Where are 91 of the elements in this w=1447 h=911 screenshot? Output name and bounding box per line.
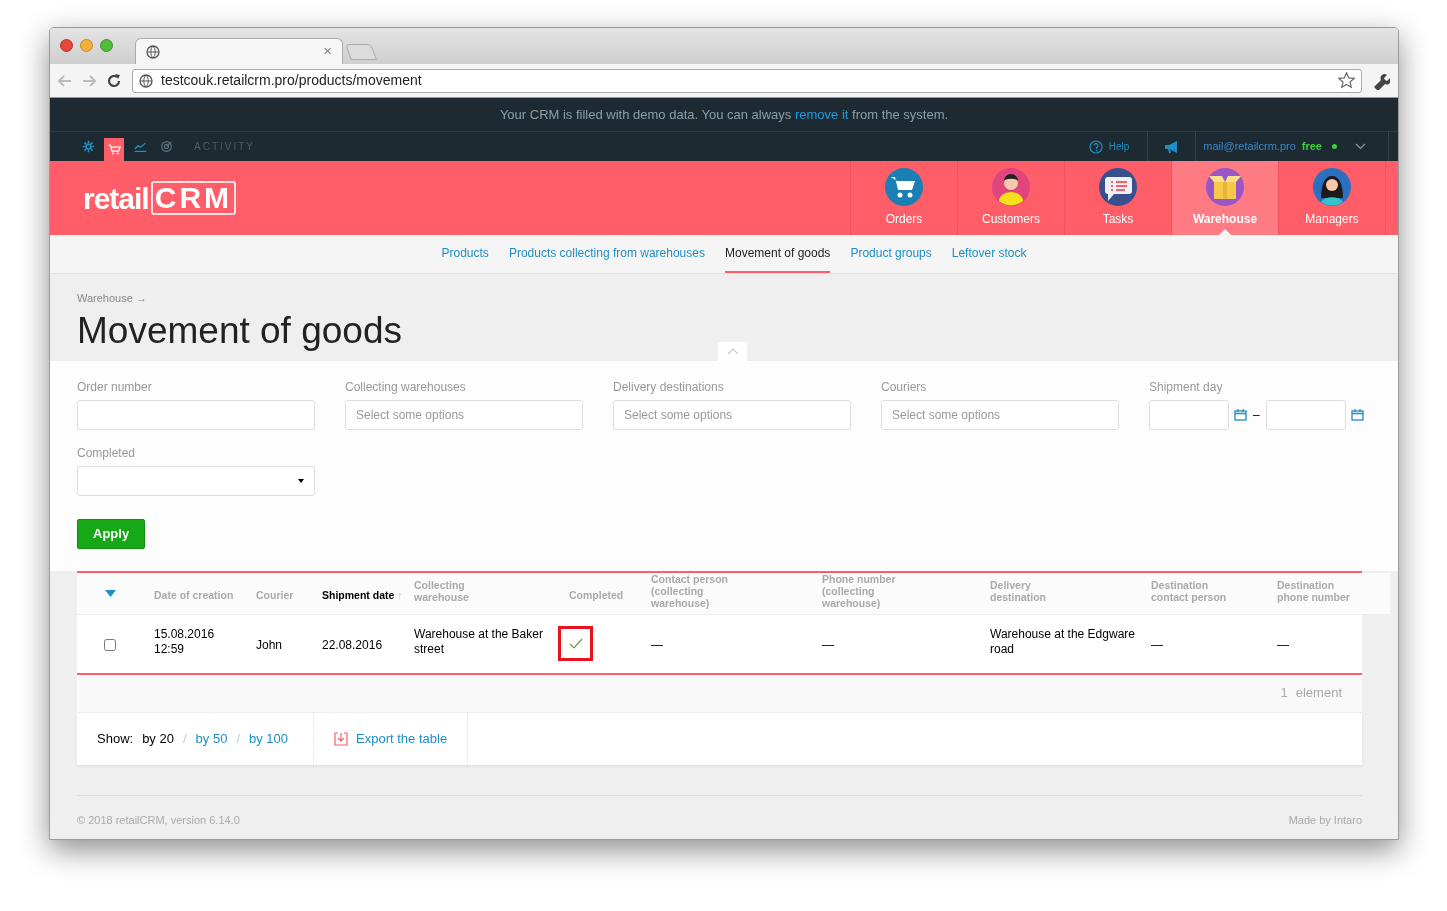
wrench-icon[interactable] — [1372, 71, 1390, 90]
help-link[interactable]: Help — [1108, 139, 1130, 154]
made-by-link[interactable]: Made by Intaro — [1288, 811, 1362, 828]
page-title: Movement of goods — [77, 308, 402, 353]
separator: / — [182, 729, 187, 748]
star-icon[interactable] — [1338, 72, 1355, 89]
page-size-link[interactable]: by 50 — [195, 728, 228, 749]
minimize-window-icon[interactable] — [80, 39, 93, 52]
separator: / — [236, 729, 240, 748]
download-icon — [334, 731, 349, 746]
select-field[interactable]: Select some options — [613, 400, 851, 430]
account-email[interactable]: mail@retailcrm.pro — [1203, 138, 1296, 155]
calendar-icon[interactable] — [1234, 409, 1247, 421]
filter-label: Collecting warehouses — [345, 379, 467, 396]
table-cell-text: Warehouse at the Edgware road — [990, 627, 1136, 658]
filter-label: Order number — [77, 379, 153, 396]
table-cell: 22.08.2016 — [322, 637, 383, 653]
select-field[interactable]: Select some options — [345, 400, 583, 430]
subnav-link[interactable]: Product groups — [850, 235, 932, 273]
input-field[interactable] — [77, 400, 315, 430]
column-header[interactable]: Shipment date ↑ — [322, 588, 403, 601]
page-size-link[interactable]: by 100 — [249, 728, 289, 749]
element-count-label: element — [1295, 684, 1342, 703]
column-header[interactable]: Destination contact person — [1151, 579, 1241, 603]
column-header[interactable]: Date of creation — [154, 588, 234, 601]
row-checkbox[interactable] — [104, 638, 116, 651]
person-icon — [992, 168, 1030, 206]
zoom-window-icon[interactable] — [100, 39, 113, 52]
nav-item[interactable]: Orders — [851, 161, 958, 235]
online-status-icon — [1332, 144, 1337, 149]
chevron-down-icon[interactable] — [1355, 143, 1366, 150]
reload-icon[interactable] — [106, 72, 122, 89]
filter-label: Completed — [77, 445, 137, 462]
column-header[interactable]: Destination phone number — [1277, 579, 1367, 603]
show-label: Show: — [97, 729, 134, 748]
tab-close-button[interactable]: × — [323, 40, 332, 63]
retailcrm-logo[interactable]: retail CRM — [83, 175, 237, 221]
demo-data-notice: Your CRM is filled with demo data. You can always remove it from the system. — [499, 105, 949, 124]
remove-link[interactable]: remove it — [794, 106, 849, 122]
close-window-icon[interactable] — [60, 39, 73, 52]
table-cell: John — [256, 637, 283, 653]
subnav-link[interactable]: Products — [441, 235, 489, 273]
table-cell-text: Warehouse at the Baker street — [414, 627, 544, 658]
column-header[interactable]: Completed — [569, 588, 624, 601]
box-icon — [1206, 168, 1244, 206]
element-count: 1 — [1280, 684, 1288, 703]
column-header[interactable]: Collecting warehouse — [414, 579, 504, 603]
range-separator: – — [1252, 407, 1261, 424]
globe-icon — [139, 73, 153, 88]
chevron-up-icon — [726, 348, 739, 355]
breadcrumb[interactable]: Warehouse → — [77, 290, 1371, 307]
plan-label: free — [1301, 139, 1322, 155]
filter-label: Couriers — [881, 379, 928, 396]
column-header[interactable]: Contact person (collecting warehouse) — [651, 573, 741, 609]
nav-item[interactable]: Managers — [1279, 161, 1386, 235]
megaphone-icon[interactable] — [1163, 140, 1180, 153]
table-cell: — — [1277, 637, 1289, 653]
help-icon — [1088, 139, 1103, 154]
sort-arrow-icon: ↑ — [397, 588, 403, 601]
table-cell: — — [651, 637, 663, 653]
export-table-link[interactable]: Export the table — [356, 728, 448, 749]
dropdown-field[interactable] — [77, 466, 315, 496]
table-cell-text: 15.08.2016 12:59 — [154, 627, 216, 658]
date-field[interactable] — [1149, 400, 1229, 430]
filter-label: Shipment day — [1149, 379, 1224, 396]
person-icon — [1313, 168, 1351, 206]
column-header[interactable]: Phone number (collecting warehouse) — [822, 573, 912, 609]
chat-icon — [1099, 168, 1137, 206]
globe-icon — [146, 44, 160, 59]
calendar-icon[interactable] — [1350, 409, 1364, 421]
column-header[interactable]: Courier — [256, 588, 294, 601]
sort-toggle-icon[interactable] — [105, 590, 116, 597]
table-cell: — — [1151, 637, 1163, 653]
column-header[interactable]: Delivery destination — [990, 579, 1080, 603]
subnav-link[interactable]: Leftover stock — [951, 235, 1027, 273]
table-cell: — — [822, 637, 834, 653]
nav-item[interactable]: Customers — [958, 161, 1065, 235]
filter-label: Delivery destinations — [613, 379, 725, 396]
url-text: testcouk.retailcrm.pro/products/movement — [161, 71, 423, 90]
subnav-link[interactable]: Products collecting from warehouses — [508, 235, 705, 273]
cart-icon[interactable] — [104, 138, 124, 161]
date-field[interactable] — [1265, 400, 1346, 430]
cart-icon — [885, 168, 923, 206]
nav-item[interactable]: Warehouse — [1172, 161, 1279, 235]
browser-tab[interactable]: × — [135, 38, 343, 64]
check-icon — [568, 638, 583, 650]
address-bar[interactable]: testcouk.retailcrm.pro/products/movement — [132, 68, 1362, 93]
page-size-link[interactable]: by 20 — [142, 728, 174, 749]
apply-button[interactable]: Apply — [77, 519, 146, 549]
copyright-text: © 2018 retailCRM, version 6.14.0 — [77, 812, 240, 828]
select-field[interactable]: Select some options — [881, 400, 1119, 430]
